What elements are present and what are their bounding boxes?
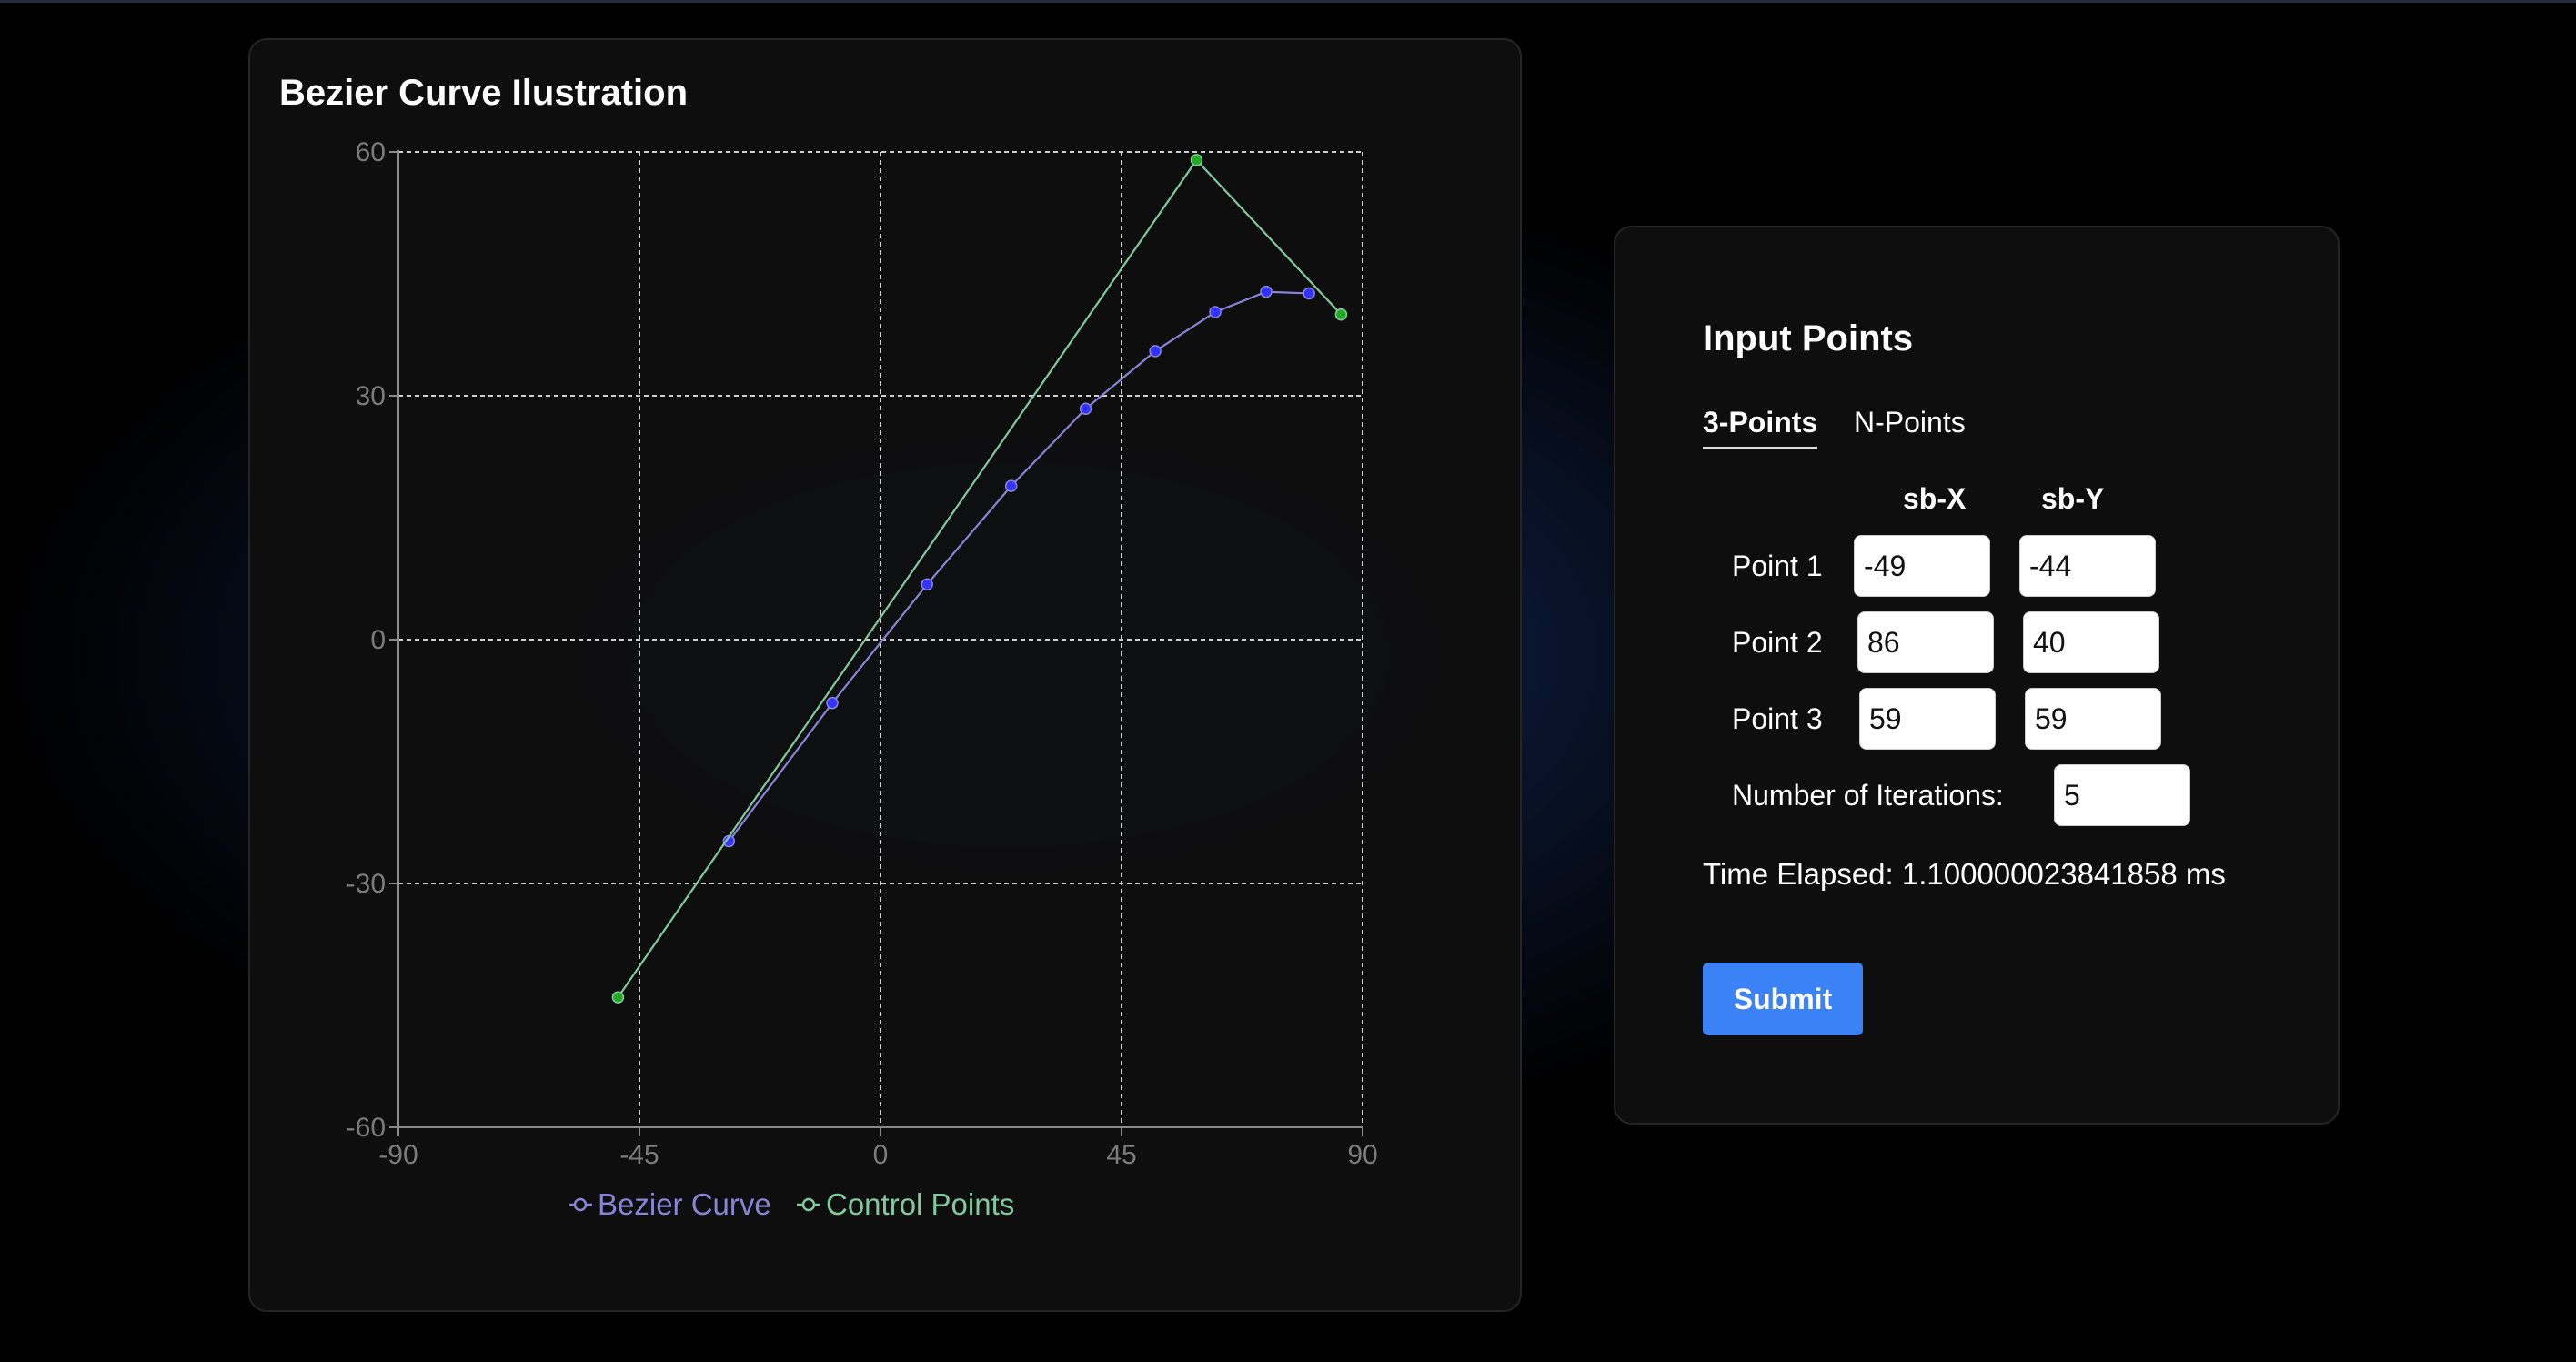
data-point — [1209, 306, 1222, 318]
point-1-x-input[interactable] — [1854, 535, 1990, 597]
y-tick-label: 30 — [356, 381, 386, 411]
time-elapsed: Time Elapsed: 1.100000023841858 ms — [1703, 857, 2226, 891]
data-point — [1190, 154, 1203, 166]
point-2-label: Point 2 — [1732, 626, 1823, 659]
point-3-label: Point 3 — [1732, 702, 1823, 735]
data-point — [611, 991, 625, 1004]
tab-3-points[interactable]: 3-Points — [1703, 406, 1818, 449]
app-root: Bezier Curve Ilustration 60 30 0 -30 -60 -90-… — [0, 0, 2576, 1362]
y-tick-label: -60 — [347, 1113, 386, 1143]
data-point — [1149, 345, 1162, 358]
legend-marker-icon — [573, 1197, 588, 1212]
x-tick-label: 45 — [1106, 1140, 1136, 1170]
column-header-y: sb-Y — [2041, 482, 2105, 515]
data-point — [1260, 285, 1273, 298]
tab-n-points[interactable]: N-Points — [1854, 406, 1966, 447]
iterations-input[interactable] — [2054, 764, 2190, 826]
data-point — [1079, 402, 1092, 416]
panel-title: Input Points — [1703, 318, 1914, 358]
data-point — [1004, 479, 1018, 492]
point-2-x-input[interactable] — [1857, 611, 1994, 673]
data-point — [921, 578, 933, 591]
x-tick-label: 90 — [1347, 1140, 1377, 1170]
data-point — [826, 696, 839, 710]
legend-label: Bezier Curve — [598, 1187, 771, 1221]
point-1-label: Point 1 — [1732, 550, 1823, 582]
x-tick-label: -45 — [619, 1140, 659, 1170]
chart-panel: Bezier Curve Ilustration 60 30 0 -30 -60 -90-… — [248, 38, 1522, 1312]
x-tick-label: 0 — [873, 1140, 889, 1170]
legend-label: Control Points — [826, 1187, 1014, 1221]
iterations-label: Number of Iterations: — [1732, 779, 2004, 812]
data-point — [1334, 308, 1348, 321]
y-tick-label: 60 — [356, 137, 386, 167]
data-point — [1303, 287, 1315, 300]
point-3-x-input[interactable] — [1859, 688, 1996, 750]
point-3-y-input[interactable] — [2025, 688, 2161, 750]
x-tick-label: -90 — [378, 1140, 418, 1170]
series-line-1 — [617, 158, 1343, 998]
point-1-y-input[interactable] — [2019, 535, 2156, 597]
legend-marker-icon — [801, 1197, 816, 1212]
point-2-y-input[interactable] — [2023, 611, 2159, 673]
input-points-panel: Input Points 3-Points N-Points sb-X sb-Y… — [1614, 226, 2340, 1125]
submit-button[interactable]: Submit — [1703, 963, 1863, 1035]
y-tick-label: 0 — [370, 625, 386, 655]
series-line-0 — [728, 290, 1310, 842]
column-header-x: sb-X — [1903, 482, 1967, 515]
y-tick-label: -30 — [347, 869, 386, 899]
bezier-chart: 60 30 0 -30 -60-90 -45 0 45 90 Bezier Curve Contr… — [347, 137, 1378, 1221]
top-border — [0, 0, 2576, 3]
